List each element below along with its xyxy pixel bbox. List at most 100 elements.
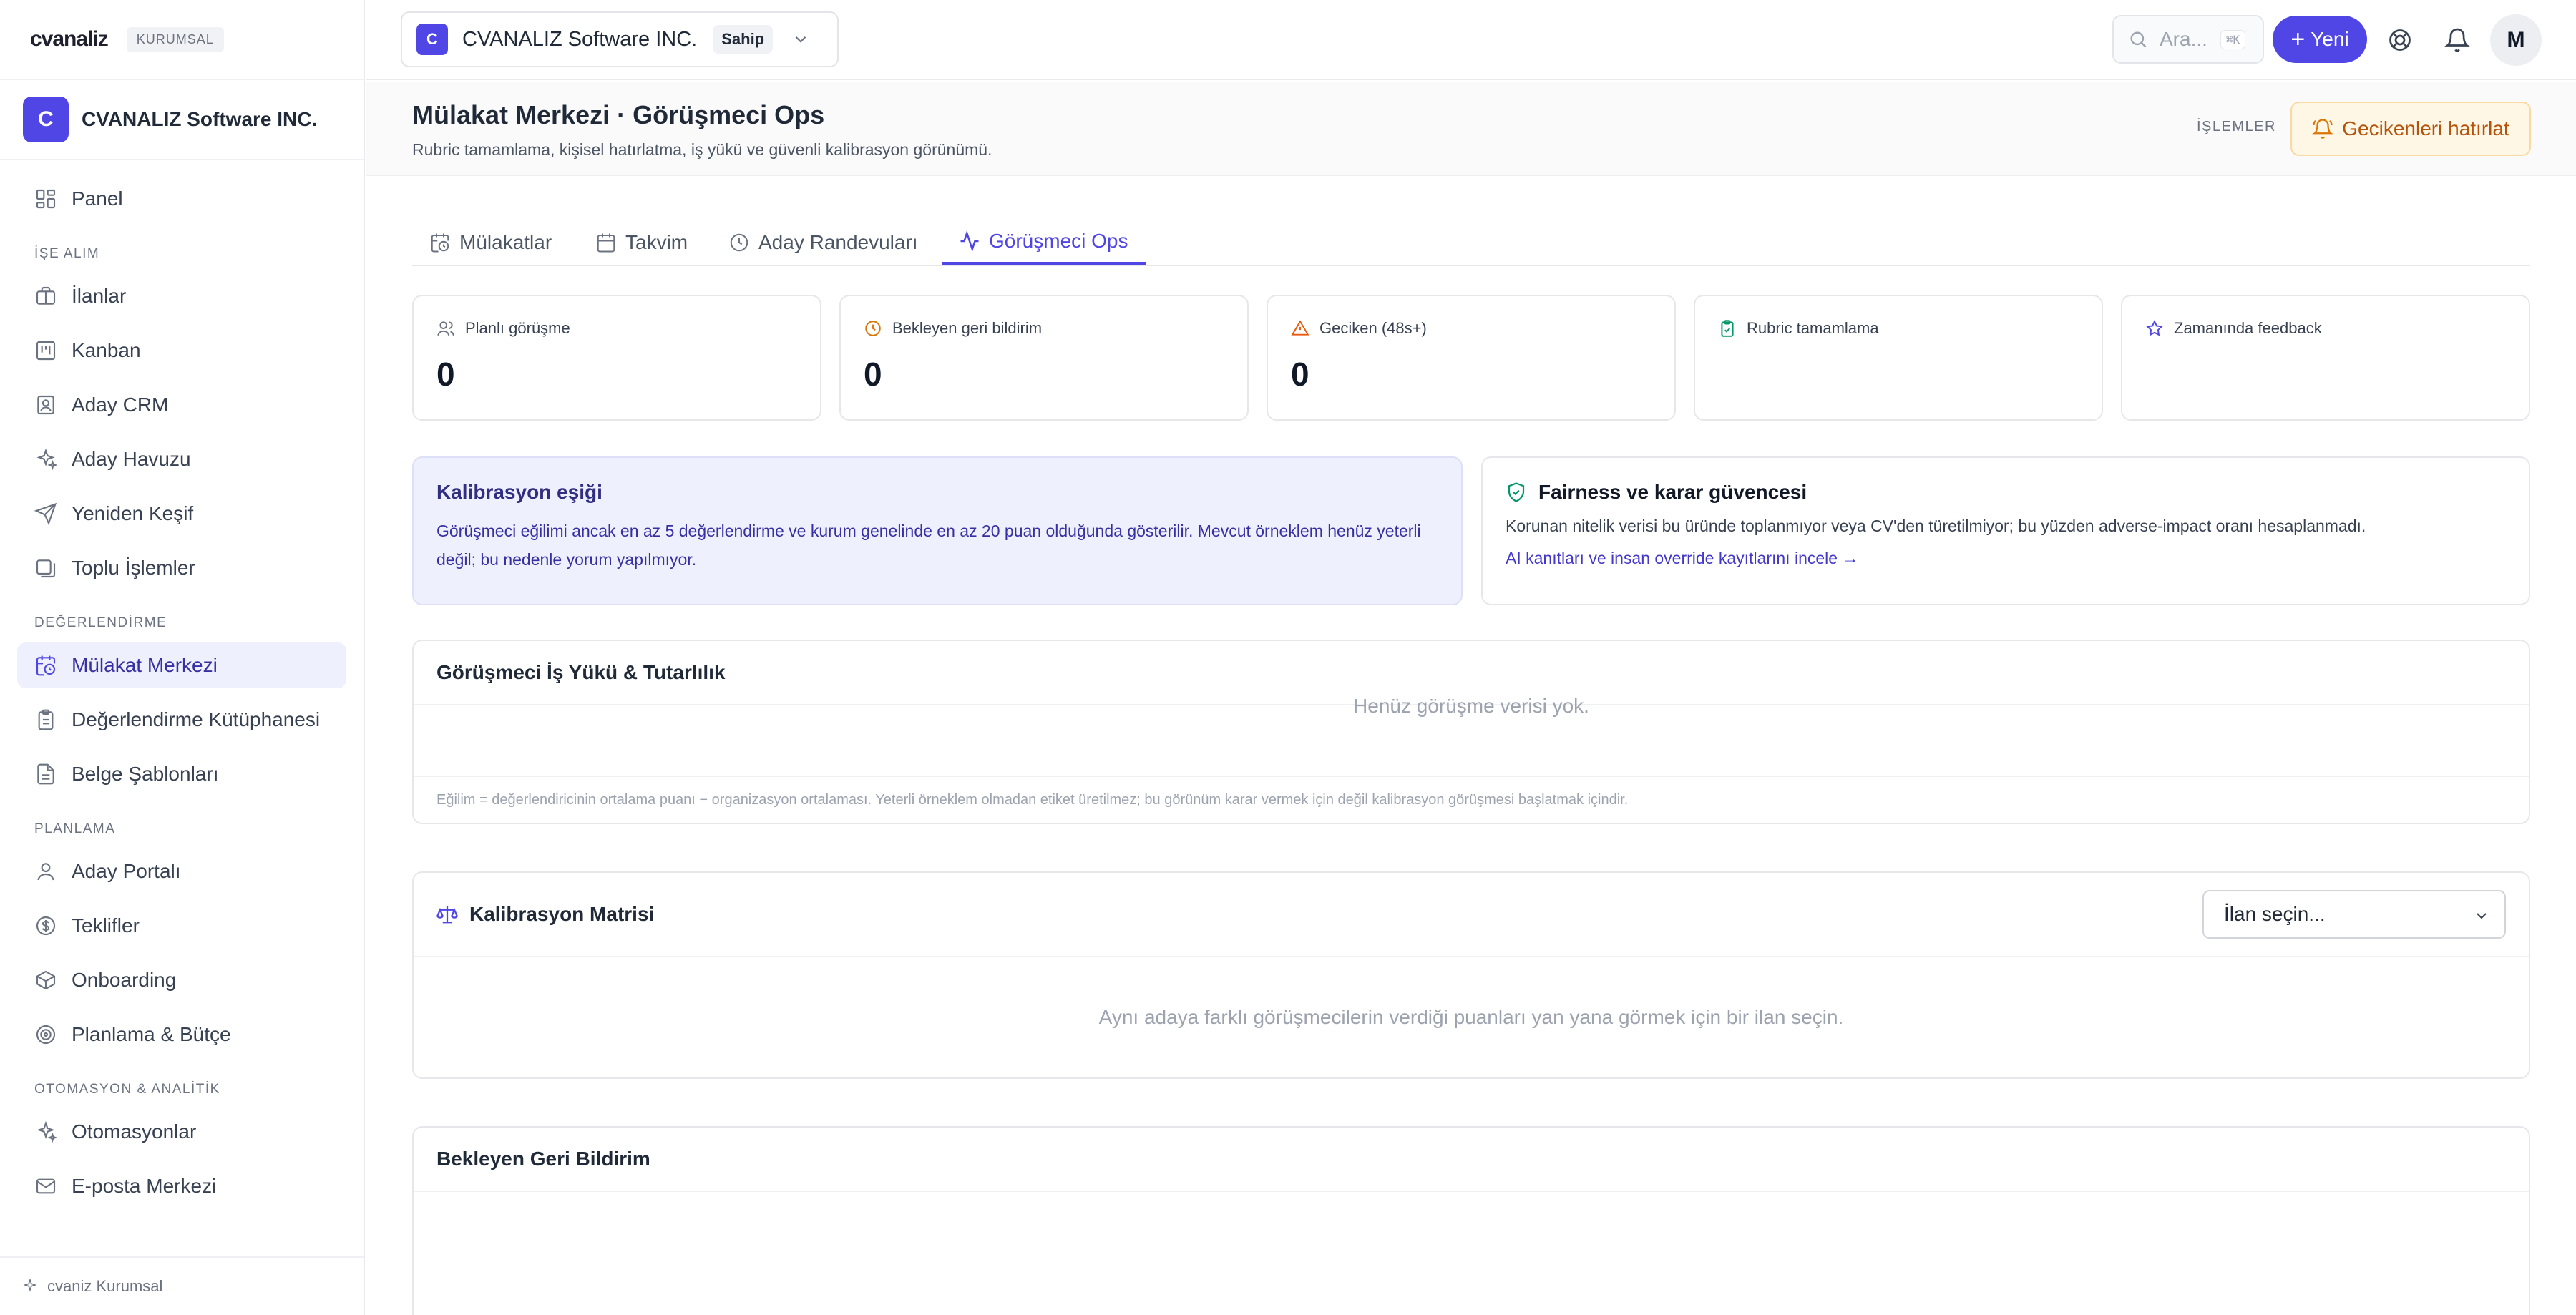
sidebar-item-label: E-posta Merkezi <box>72 1175 217 1197</box>
actions-label: İŞLEMLER <box>2197 119 2276 135</box>
sidebar-item-automations[interactable]: Otomasyonlar <box>17 1109 346 1155</box>
sidebar-item-interview-center[interactable]: Mülakat Merkezi <box>17 642 346 688</box>
sidebar-item-label: Yeniden Keşif <box>72 502 194 524</box>
sparkles-icon <box>34 448 57 471</box>
role-badge: Sahip <box>713 25 774 54</box>
nav-section-planning: PLANLAMA <box>34 821 116 836</box>
search-placeholder: Ara... <box>2160 28 2207 50</box>
org-avatar: C <box>23 97 69 142</box>
sidebar-item-label: Kanban <box>72 339 141 361</box>
job-select[interactable]: İlan seçin... <box>2202 890 2506 939</box>
pending-feedback-panel: Bekleyen Geri Bildirim <box>412 1126 2530 1315</box>
sidebar-item-candidate-portal[interactable]: Aday Portalı <box>17 849 346 894</box>
sidebar-nav: Panel İŞE ALIM İlanlar Kanban Aday CRM A… <box>0 160 364 1209</box>
sidebar-item-talent-pool[interactable]: Aday Havuzu <box>17 436 346 482</box>
tab-bar: Mülakatlar Takvim Aday Randevuları Görüş… <box>412 176 2530 266</box>
tab-candidate-appointments[interactable]: Aday Randevuları <box>711 220 935 265</box>
sidebar-item-panel[interactable]: Panel <box>17 176 346 222</box>
shield-check-icon <box>1506 481 1527 503</box>
org-selector[interactable]: C CVANALIZ Software INC. <box>0 80 364 160</box>
sidebar-item-bulk-actions[interactable]: Toplu İşlemler <box>17 545 346 591</box>
sidebar-item-kanban[interactable]: Kanban <box>17 328 346 373</box>
footer-label: cvaniz Kurumsal <box>47 1277 163 1295</box>
sidebar-item-onboarding[interactable]: Onboarding <box>17 957 346 1003</box>
sidebar-item-label: İlanlar <box>72 285 127 307</box>
sidebar-item-label: Planlama & Bütçe <box>72 1023 231 1045</box>
bell-icon[interactable] <box>2444 27 2470 53</box>
sidebar-item-label: Değerlendirme Kütüphanesi <box>72 708 321 730</box>
activity-icon <box>959 230 980 252</box>
org-switcher[interactable]: C CVANALIZ Software INC. Sahip <box>401 11 839 67</box>
tab-interviews[interactable]: Mülakatlar <box>412 220 569 265</box>
org-switcher-name: CVANALIZ Software INC. <box>462 27 698 51</box>
tab-label: Aday Randevuları <box>758 231 918 253</box>
review-ai-evidence-link[interactable]: AI kanıtları ve insan override kayıtları… <box>1506 549 2506 568</box>
stat-cards: Planlı görüşme 0 Bekleyen geri bildirim … <box>412 295 2530 421</box>
sidebar-footer: cvaniz Kurumsal <box>0 1256 364 1315</box>
sidebar-item-label: Mülakat Merkezi <box>72 654 218 676</box>
user-icon <box>34 860 57 883</box>
org-avatar: C <box>416 24 448 55</box>
stat-value: 0 <box>436 356 455 393</box>
scale-icon <box>436 904 458 925</box>
matrix-empty: Aynı adaya farklı görüşmecilerin verdiği… <box>414 957 2529 1077</box>
page-header: Mülakat Merkezi · Görüşmeci Ops Rubric t… <box>366 82 2576 176</box>
document-icon <box>34 763 57 786</box>
workload-empty: Henüz görüşme verisi yok. <box>414 635 2529 777</box>
sidebar: cvanaliz KURUMSAL C CVANALIZ Software IN… <box>0 0 365 1315</box>
sparkles-icon <box>21 1278 39 1295</box>
stat-head: Geciken (48s+) <box>1291 319 1427 338</box>
tab-label: Görüşmeci Ops <box>989 230 1128 252</box>
logo[interactable]: cvanaliz <box>30 27 109 52</box>
workload-panel: Görüşmeci İş Yükü & Tutarlılık Henüz gör… <box>412 640 2530 824</box>
stat-head: Planlı görüşme <box>436 319 570 338</box>
brand-row: cvanaliz KURUMSAL <box>0 0 364 80</box>
help-icon[interactable] <box>2387 27 2413 53</box>
new-button[interactable]: + Yeni <box>2273 16 2367 63</box>
sparkles-icon <box>34 1120 57 1143</box>
plan-badge: KURUMSAL <box>126 26 224 52</box>
topbar: C CVANALIZ Software INC. Sahip Ara... ⌘K… <box>366 0 2576 80</box>
user-avatar[interactable]: M <box>2490 14 2542 66</box>
sidebar-item-label: Toplu İşlemler <box>72 557 195 579</box>
stat-head: Zamanında feedback <box>2145 319 2322 338</box>
tab-calendar[interactable]: Takvim <box>578 220 705 265</box>
sidebar-item-label: Onboarding <box>72 969 177 991</box>
fairness-header: Fairness ve karar güvencesi <box>1506 481 2506 504</box>
fairness-title: Fairness ve karar güvencesi <box>1538 481 1807 503</box>
clock-icon <box>864 319 882 338</box>
stat-label: Bekleyen geri bildirim <box>892 319 1043 337</box>
clipboard-icon <box>34 708 57 731</box>
workload-note: Eğilim = değerlendiricinin ortalama puan… <box>414 776 2529 823</box>
tab-interviewer-ops[interactable]: Görüşmeci Ops <box>942 220 1146 265</box>
clock-icon <box>728 232 750 253</box>
sidebar-item-label: Aday Portalı <box>72 860 181 882</box>
stat-card-rubric: Rubric tamamlama <box>1694 295 2103 421</box>
search-input[interactable]: Ara... ⌘K <box>2112 15 2264 64</box>
sidebar-item-email-center[interactable]: E-posta Merkezi <box>17 1163 346 1209</box>
sidebar-item-planning-budget[interactable]: Planlama & Bütçe <box>17 1012 346 1057</box>
sidebar-item-crm[interactable]: Aday CRM <box>17 382 346 428</box>
dashboard-icon <box>34 187 57 210</box>
pending-title: Bekleyen Geri Bildirim <box>414 1128 2529 1192</box>
sidebar-item-doc-templates[interactable]: Belge Şablonları <box>17 751 346 797</box>
nav-section-automation: OTOMASYON & ANALİTİK <box>34 1082 220 1097</box>
sidebar-item-jobs[interactable]: İlanlar <box>17 273 346 319</box>
stat-card-pending-feedback: Bekleyen geri bildirim 0 <box>839 295 1249 421</box>
dollar-circle-icon <box>34 914 57 937</box>
bell-ring-icon <box>2312 118 2334 140</box>
stat-label: Planlı görüşme <box>465 319 570 337</box>
calibration-matrix-panel: Kalibrasyon Matrisi İlan seçin... Aynı a… <box>412 871 2530 1079</box>
send-icon <box>34 502 57 525</box>
contact-card-icon <box>34 393 57 416</box>
mail-icon <box>34 1175 57 1198</box>
fairness-body: Korunan nitelik verisi bu üründe toplanm… <box>1506 517 2366 535</box>
kanban-icon <box>34 339 57 362</box>
calibration-title: Kalibrasyon eşiği <box>436 481 602 503</box>
sidebar-item-assessment-library[interactable]: Değerlendirme Kütüphanesi <box>17 697 346 743</box>
calendar-clock-icon <box>34 654 57 677</box>
sidebar-item-rediscovery[interactable]: Yeniden Keşif <box>17 491 346 537</box>
stat-card-ontime-feedback: Zamanında feedback <box>2121 295 2530 421</box>
remind-overdue-button[interactable]: Gecikenleri hatırlat <box>2290 102 2531 156</box>
sidebar-item-offers[interactable]: Teklifler <box>17 903 346 949</box>
